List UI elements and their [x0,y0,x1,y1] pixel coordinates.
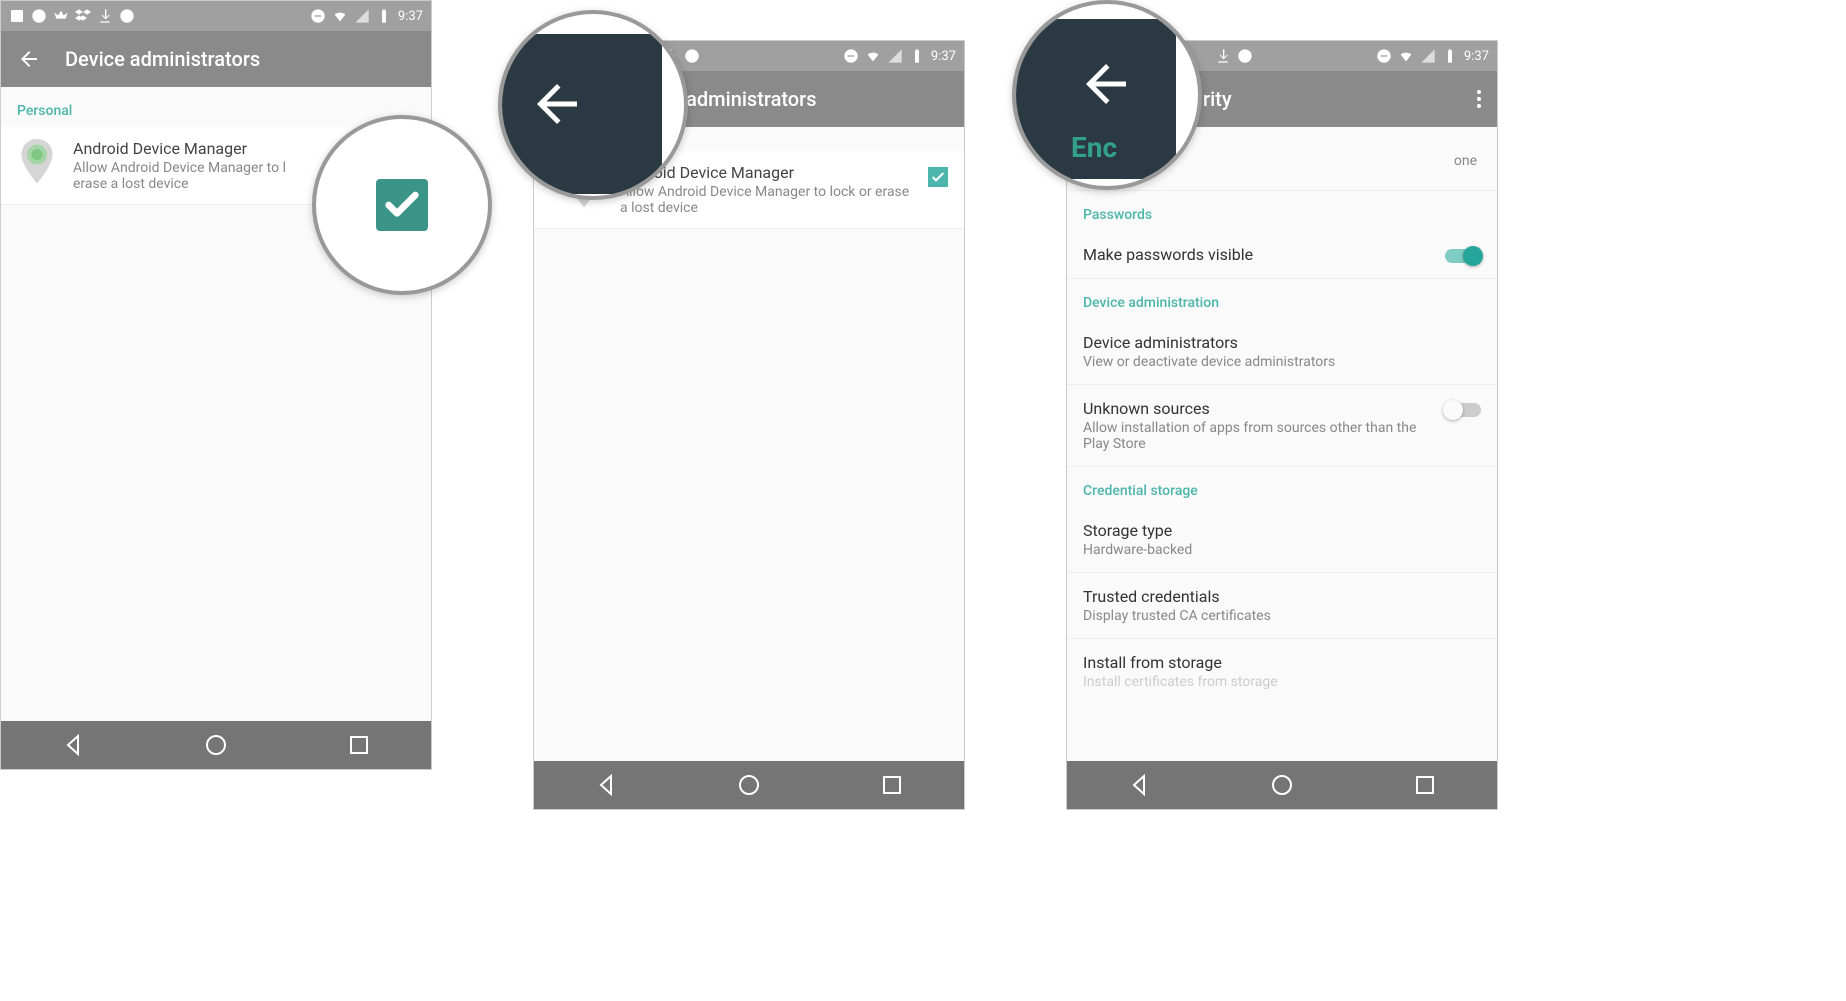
wifi-icon [332,8,348,24]
setting-subtitle: Install certificates from storage [1083,674,1481,690]
setting-subtitle: View or deactivate device administrators [1083,354,1481,370]
highlight-checkbox [312,115,492,295]
dnd-icon [310,8,326,24]
setting-subtitle: Hardware-backed [1083,542,1481,558]
status-time: 9:37 [931,49,956,64]
app-bar-title: Device administrators [65,47,260,71]
nav-back-icon[interactable] [1127,773,1151,797]
nav-back-icon[interactable] [61,733,85,757]
setting-title: Make passwords visible [1083,245,1445,264]
back-arrow-icon[interactable] [17,47,41,71]
battery-icon [1442,48,1458,64]
toggle-switch[interactable] [1445,249,1481,263]
nav-recent-icon[interactable] [880,773,904,797]
signal-icon [1420,48,1436,64]
nav-home-icon[interactable] [1270,773,1294,797]
status-bar: 9:37 [1,1,431,31]
setting-unknown-sources[interactable]: Unknown sources Allow installation of ap… [1067,385,1497,467]
checkbox-icon[interactable] [376,179,428,231]
battery-icon [909,48,925,64]
highlight-back-arrow-2: Enc [1012,0,1202,190]
section-device-admin: Device administration [1067,279,1497,319]
setting-make-pw-visible[interactable]: Make passwords visible [1067,231,1497,279]
setting-title: Trusted credentials [1083,587,1481,606]
download-icon [1215,48,1231,64]
app-bar: Device administrators [1,31,431,87]
setting-title: Install from storage [1083,653,1481,672]
setting-title: Device administrators [1083,333,1481,352]
overflow-menu-icon[interactable] [1477,90,1481,108]
wifi-icon [1398,48,1414,64]
dnd-icon [1376,48,1392,64]
section-passwords: Passwords [1067,191,1497,231]
pin-icon [17,139,57,179]
setting-install-storage[interactable]: Install from storage Install certificate… [1067,639,1497,704]
setting-device-admins[interactable]: Device administrators View or deactivate… [1067,319,1497,385]
nav-bar [1,721,431,769]
setting-subtitle: Display trusted CA certificates [1083,608,1481,624]
dropbox-icon [75,8,91,24]
image-icon [9,8,25,24]
battery-icon [376,8,392,24]
toggle-switch[interactable] [1445,403,1481,417]
download-icon [97,8,113,24]
setting-title: Storage type [1083,521,1481,540]
signal-icon [887,48,903,64]
steam-icon [119,8,135,24]
app-icon [31,8,47,24]
nav-recent-icon[interactable] [1413,773,1437,797]
setting-title: Unknown sources [1083,399,1445,418]
app-bar-title: rity [1203,87,1232,111]
setting-subtitle: Allow installation of apps from sources … [1083,420,1445,452]
nav-home-icon[interactable] [204,733,228,757]
nav-bar [1067,761,1497,809]
checkbox-icon[interactable] [928,167,948,187]
crown-icon [53,8,69,24]
nav-bar [534,761,964,809]
setting-storage-type[interactable]: Storage type Hardware-backed [1067,507,1497,573]
signal-icon [354,8,370,24]
enc-sub: one [1454,153,1477,169]
status-time: 9:37 [398,9,423,24]
status-time: 9:37 [1464,49,1489,64]
nav-back-icon[interactable] [594,773,618,797]
setting-trusted-cred[interactable]: Trusted credentials Display trusted CA c… [1067,573,1497,639]
steam-icon [684,48,700,64]
section-cred-storage: Credential storage [1067,467,1497,507]
wifi-icon [865,48,881,64]
steam-icon [1237,48,1253,64]
dnd-icon [843,48,859,64]
highlight-back-arrow [498,10,688,200]
enc-partial-text: Enc [1071,131,1117,164]
nav-home-icon[interactable] [737,773,761,797]
nav-recent-icon[interactable] [347,733,371,757]
item-subtitle: Allow Android Device Manager to lock or … [620,184,920,216]
phone-screen-1: 9:37 Device administrators Personal Andr… [0,0,432,770]
